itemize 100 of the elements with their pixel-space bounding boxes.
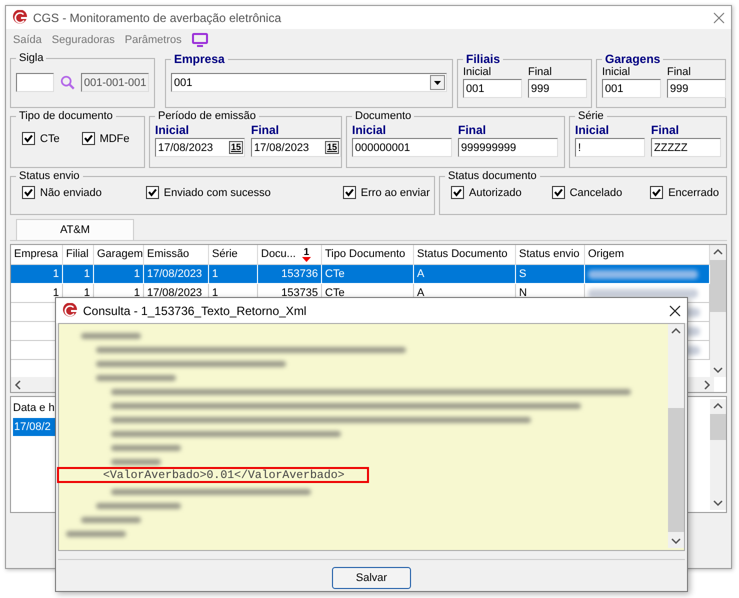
table-cell: 1 <box>52 288 59 298</box>
checkbox-label: CTe <box>40 132 60 144</box>
field-label: Inicial <box>575 122 610 138</box>
column-header[interactable]: Status envio <box>516 245 585 265</box>
table-cell: 153735 <box>281 288 318 298</box>
search-icon[interactable] <box>60 74 75 91</box>
date-field[interactable]: 17/08/2023 15 <box>155 138 245 157</box>
checkbox[interactable] <box>552 186 565 199</box>
field-label: Final <box>667 66 691 79</box>
input-field[interactable]: 001 <box>463 79 522 98</box>
column-header[interactable]: Status Documento <box>414 245 516 265</box>
window-title: CGS - Monitoramento de averbação eletrônica <box>33 10 282 24</box>
table-cell: 1 <box>84 288 90 298</box>
vertical-scrollbar[interactable] <box>710 245 726 377</box>
table-cell: CTe <box>325 268 345 280</box>
menu-item[interactable]: Seguradoras <box>52 34 115 46</box>
input-field[interactable] <box>16 73 54 92</box>
input-field[interactable]: 999999999 <box>458 138 558 157</box>
group-title: Sigla <box>18 52 44 64</box>
checkbox-label: Autorizado <box>469 186 522 198</box>
checkbox[interactable] <box>342 186 356 199</box>
checkbox-label: Enviado com sucesso <box>164 186 271 198</box>
monitor-icon[interactable] <box>192 32 208 46</box>
group-title: Série <box>577 110 605 122</box>
input-field[interactable]: 999 <box>667 79 726 98</box>
table-cell: 1 <box>84 268 90 280</box>
table-cell: A <box>417 268 424 280</box>
table-cell: S <box>519 268 526 280</box>
checkbox[interactable] <box>650 186 664 199</box>
input-field[interactable]: ! <box>575 138 645 157</box>
menu-item[interactable]: Saída <box>13 34 42 46</box>
checkbox-label: Não enviado <box>40 186 102 198</box>
calendar-button[interactable]: 15 <box>324 141 339 154</box>
checkbox-label: Encerrado <box>668 186 719 198</box>
app-logo-icon <box>12 10 28 26</box>
save-button[interactable]: Salvar <box>332 567 411 589</box>
field-label: Final <box>251 122 280 138</box>
close-icon[interactable] <box>669 304 681 316</box>
checkbox[interactable] <box>22 132 35 145</box>
column-header[interactable]: Filial <box>63 245 94 265</box>
field-label: Inicial <box>602 66 630 79</box>
sort-arrow-icon <box>302 256 311 262</box>
table-cell: 1 <box>134 288 140 298</box>
field-label: Final <box>458 122 486 138</box>
sort-rank: 1 <box>304 248 310 256</box>
scrollbar-thumb[interactable] <box>710 260 726 312</box>
group-title: Status documento <box>447 170 538 182</box>
field-label: Final <box>528 66 552 79</box>
date-field[interactable]: 17/08/2023 15 <box>251 138 341 157</box>
input-field[interactable]: 001-001-001 <box>81 73 149 92</box>
table-cell: 1 <box>212 268 218 280</box>
input-field[interactable]: 001 <box>602 79 661 98</box>
group-title: Empresa <box>173 52 226 66</box>
column-header[interactable]: Origem <box>585 245 710 265</box>
table-cell: N <box>519 288 527 298</box>
field-label: Inicial <box>155 122 190 138</box>
scrollbar-thumb[interactable] <box>710 414 726 440</box>
field-label: Inicial <box>463 66 492 79</box>
input-field[interactable]: 999 <box>528 79 587 98</box>
group-title: Garagens <box>604 52 662 66</box>
group-title: Status envio <box>18 170 81 182</box>
group-title: Documento <box>354 110 412 122</box>
dialog-title: Consulta - 1_153736_Texto_Retorno_Xml <box>83 304 308 318</box>
table-cell: 17/08/2023 <box>147 268 202 280</box>
column-header[interactable]: Data e h <box>13 399 59 418</box>
checkbox[interactable] <box>146 186 159 199</box>
app-logo-icon <box>62 302 78 318</box>
checkbox[interactable] <box>22 186 35 199</box>
input-field[interactable]: 000000001 <box>352 138 452 157</box>
column-header[interactable]: Garagem <box>94 245 144 265</box>
column-header[interactable]: Série <box>209 245 258 265</box>
checkbox-label: Erro ao enviar <box>360 186 430 198</box>
group-title: Filiais <box>465 52 502 66</box>
column-header[interactable]: Empresa <box>11 245 63 265</box>
column-header[interactable]: Tipo Documento <box>322 245 414 265</box>
vertical-scrollbar[interactable] <box>710 399 726 510</box>
table-cell: 1 <box>52 268 59 280</box>
tab[interactable]: AT&M <box>16 219 134 240</box>
table-cell: 1 <box>212 288 218 298</box>
group-title: Período de emissão <box>157 110 257 122</box>
checkbox[interactable] <box>82 132 95 145</box>
scrollbar-thumb[interactable] <box>668 408 684 532</box>
checkbox[interactable] <box>451 186 464 199</box>
checkbox-label: Cancelado <box>570 186 622 198</box>
column-header[interactable]: Docu... 1 <box>258 245 322 265</box>
dropdown[interactable]: 001 <box>171 73 447 92</box>
checkbox-label: MDFe <box>100 132 130 144</box>
text-area[interactable]: <ValorAverbado>0.01</ValorAverbado> <box>58 323 685 551</box>
table-cell: 1 <box>134 268 140 280</box>
table-cell: 17/08/2023 <box>147 288 202 298</box>
field-label: Inicial <box>352 122 386 138</box>
table-cell: CTe <box>325 288 345 298</box>
table-cell: 17/08/2 <box>14 422 51 432</box>
table-cell: 153736 <box>281 268 318 280</box>
input-field[interactable]: ZZZZZ <box>651 138 721 157</box>
column-header[interactable]: Emissão <box>144 245 209 265</box>
table-row[interactable]: 1 1 1 17/08/2023 1 153736 CTe A S <box>11 265 710 284</box>
vertical-scrollbar[interactable] <box>668 324 684 548</box>
calendar-button[interactable]: 15 <box>228 141 243 154</box>
menu-item[interactable]: Parâmetros <box>124 34 182 46</box>
